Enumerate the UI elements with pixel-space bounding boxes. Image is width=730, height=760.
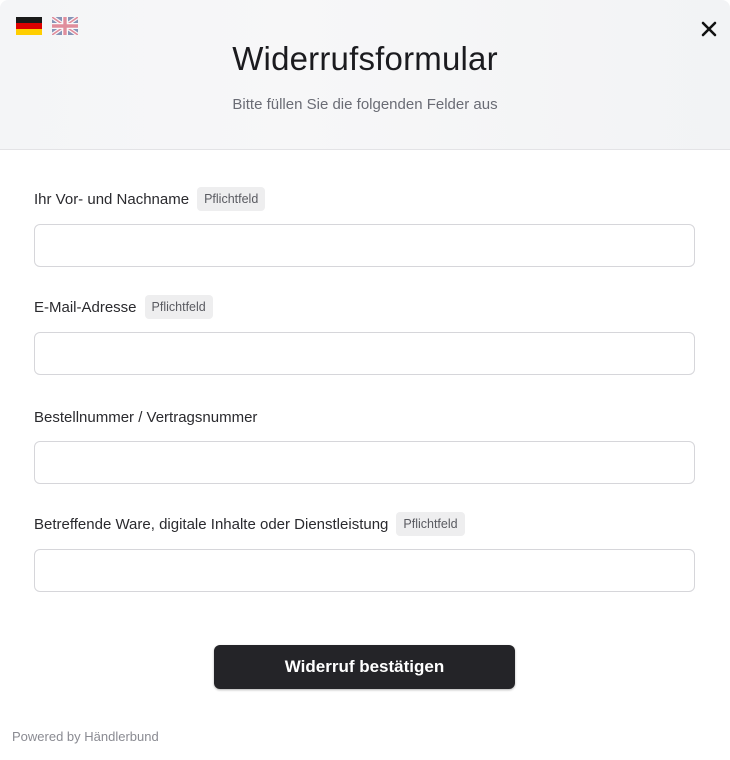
order-number-input[interactable] (34, 441, 695, 484)
required-badge: Pflichtfeld (197, 187, 266, 211)
order-number-field-label: Bestellnummer / Vertragsnummer (34, 409, 257, 426)
email-field-label: E-Mail-Adresse Pflichtfeld (34, 295, 213, 319)
modal-header: Widerrufsformular Bitte füllen Sie die f… (0, 0, 730, 150)
powered-by-footer[interactable]: Powered by Händlerbund (12, 729, 159, 744)
required-badge: Pflichtfeld (144, 295, 213, 319)
required-badge: Pflichtfeld (396, 512, 465, 536)
goods-input[interactable] (34, 549, 695, 592)
name-field-label: Ihr Vor- und Nachname Pflichtfeld (34, 187, 266, 211)
field-label-text: Betreffende Ware, digitale Inhalte oder … (34, 515, 389, 533)
uk-flag-icon[interactable] (52, 17, 78, 35)
email-input[interactable] (34, 332, 695, 375)
german-flag-icon[interactable] (16, 17, 42, 35)
field-label-text: Bestellnummer / Vertragsnummer (34, 409, 258, 426)
withdrawal-form-modal: Widerrufsformular Bitte füllen Sie die f… (0, 0, 730, 760)
goods-field-label: Betreffende Ware, digitale Inhalte oder … (34, 512, 465, 536)
field-label-text: Ihr Vor- und Nachname (34, 190, 190, 208)
page-title: Widerrufsformular (232, 40, 498, 77)
field-label-text: E-Mail-Adresse (34, 298, 137, 316)
close-icon[interactable] (700, 20, 718, 38)
confirm-withdrawal-button[interactable]: Widerruf bestätigen (214, 645, 515, 689)
page-subtitle: Bitte füllen Sie die folgenden Felder au… (232, 96, 498, 113)
full-name-input[interactable] (34, 224, 695, 267)
